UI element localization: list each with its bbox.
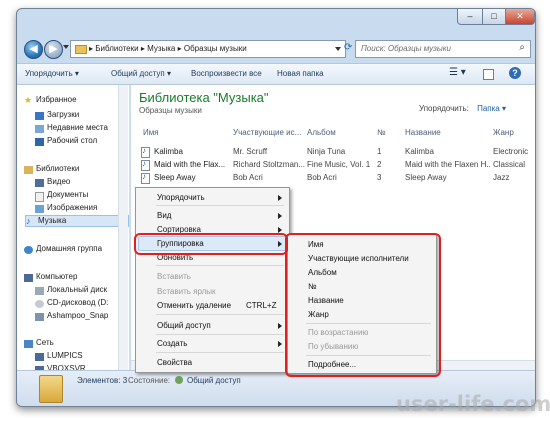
nav-music[interactable]: ♪ Музыка	[25, 215, 129, 227]
back-button[interactable]: ◀	[24, 40, 43, 59]
nav-favorites[interactable]: ★ Избранное	[24, 95, 77, 107]
highlight-box-submenu	[285, 233, 441, 377]
nav-homegroup[interactable]: Домашняя группа	[24, 244, 102, 256]
recent-places-icon	[35, 125, 44, 133]
watermark: user-life.com	[396, 392, 550, 416]
state-label: Состояние:	[128, 376, 171, 385]
menu-item-undo-delete[interactable]: Отменить удаление	[157, 301, 231, 310]
navigation-pane: ★ Избранное Загрузки Недавние места Рабоч…	[17, 85, 130, 374]
nav-downloads[interactable]: Загрузки	[35, 110, 79, 122]
images-icon	[35, 205, 44, 213]
nav-computer[interactable]: Компьютер	[24, 272, 77, 284]
search-icon[interactable]: ⌕	[519, 42, 525, 53]
menu-item-paste-shortcut[interactable]: Вставить ярлык	[157, 287, 216, 296]
column-header-name[interactable]: Имя	[143, 128, 159, 137]
menu-item-arrange[interactable]: Упорядочить	[157, 193, 205, 202]
music-file-icon	[141, 172, 150, 184]
preview-pane-icon[interactable]	[483, 69, 494, 80]
maximize-button[interactable]: □	[482, 9, 506, 25]
nav-libraries[interactable]: Библиотеки	[24, 164, 79, 176]
nav-ashampoo[interactable]: Ashampoo_Snap	[35, 311, 108, 323]
column-header-genre[interactable]: Жанр	[493, 128, 514, 137]
context-menu: Упорядочить Вид Сортировка Группировка О…	[135, 187, 290, 373]
minimize-button[interactable]: –	[457, 9, 483, 25]
help-icon[interactable]: ?	[509, 67, 521, 79]
undo-shortcut-label: CTRL+Z	[246, 301, 277, 310]
breadcrumb-music[interactable]: Музыка	[147, 44, 175, 53]
submenu-arrow-icon	[278, 195, 282, 201]
music-file-icon	[141, 159, 150, 171]
music-file-icon	[141, 146, 150, 158]
homegroup-icon	[24, 246, 33, 254]
video-icon	[35, 179, 44, 187]
submenu-arrow-icon	[278, 341, 282, 347]
status-folder-icon	[39, 375, 63, 403]
share-button[interactable]: Общий доступ ▾	[111, 69, 171, 78]
refresh-icon[interactable]: ⟳	[344, 40, 354, 56]
column-header-title[interactable]: Название	[405, 128, 441, 137]
nav-network[interactable]: Сеть	[24, 338, 54, 350]
close-button[interactable]: ✕	[505, 9, 535, 25]
drive-icon	[35, 313, 44, 321]
nav-recent[interactable]: Недавние места	[35, 123, 108, 135]
downloads-icon	[35, 112, 44, 120]
breadcrumb-libraries[interactable]: Библиотеки	[95, 44, 138, 53]
folder-icon	[75, 45, 87, 54]
library-subtitle: Образцы музыки	[139, 106, 202, 115]
network-icon	[24, 340, 33, 348]
menu-item-properties[interactable]: Свойства	[157, 358, 192, 367]
menu-item-share[interactable]: Общий доступ	[157, 321, 211, 330]
hard-disk-icon	[35, 287, 44, 295]
submenu-arrow-icon	[278, 213, 282, 219]
network-computer-icon	[35, 353, 44, 361]
items-count: Элементов: 3	[77, 376, 128, 385]
star-icon: ★	[24, 95, 33, 105]
submenu-arrow-icon	[278, 323, 282, 329]
search-input[interactable]: Поиск: Образцы музыки ⌕	[355, 40, 531, 58]
highlight-box-group	[134, 233, 288, 255]
nav-local-disk[interactable]: Локальный диск	[35, 285, 107, 297]
music-icon: ♪	[26, 216, 31, 226]
nav-video[interactable]: Видео	[35, 177, 70, 189]
desktop-icon	[35, 138, 44, 146]
arrange-by[interactable]: Упорядочить: Папка ▾	[419, 104, 506, 113]
new-folder-button[interactable]: Новая папка	[277, 69, 324, 78]
nav-cd-drive[interactable]: CD-дисковод (D:	[35, 298, 108, 310]
nav-documents[interactable]: Документы	[35, 190, 88, 202]
address-dropdown-icon[interactable]	[335, 47, 341, 51]
library-title: Библиотека "Музыка"	[139, 90, 269, 105]
search-placeholder: Поиск: Образцы музыки	[361, 44, 451, 53]
nav-scrollbar[interactable]	[118, 85, 128, 370]
address-bar[interactable]: ▸ Библиотеки ▸ Музыка ▸ Образцы музыки	[70, 40, 346, 58]
computer-icon	[24, 274, 33, 282]
breadcrumb[interactable]: ▸ Библиотеки ▸ Музыка ▸ Образцы музыки	[89, 44, 247, 53]
menu-item-paste[interactable]: Вставить	[157, 272, 191, 281]
column-header-artists[interactable]: Участвующие ис...	[233, 128, 301, 137]
nav-desktop[interactable]: Рабочий стол	[35, 136, 97, 148]
breadcrumb-samples[interactable]: Образцы музыки	[184, 44, 247, 53]
share-state-icon	[175, 376, 183, 384]
state-value: Общий доступ	[187, 376, 241, 385]
forward-button[interactable]: ▶	[44, 40, 63, 59]
history-dropdown-icon[interactable]	[63, 45, 69, 49]
nav-images[interactable]: Изображения	[35, 203, 97, 215]
menu-item-create[interactable]: Создать	[157, 339, 187, 348]
column-header-album[interactable]: Альбом	[307, 128, 336, 137]
command-bar: Упорядочить ▾ Общий доступ ▾ Воспроизвес…	[17, 63, 535, 85]
table-row[interactable]: Sleep Away Bob Acri Bob Acri 3 Sleep Awa…	[141, 172, 535, 184]
table-row[interactable]: Maid with the Flax... Richard Stoltzman.…	[141, 159, 535, 171]
organize-button[interactable]: Упорядочить ▾	[25, 69, 79, 78]
arrange-dropdown-icon: ▾	[501, 104, 506, 113]
libraries-icon	[24, 166, 33, 174]
nav-lumpics[interactable]: LUMPICS	[35, 351, 83, 363]
view-options-icon[interactable]: ☰ ▾	[449, 67, 466, 78]
menu-item-view[interactable]: Вид	[157, 211, 171, 220]
column-header-number[interactable]: №	[377, 128, 386, 137]
documents-icon	[35, 192, 44, 202]
cd-drive-icon	[35, 300, 44, 308]
table-row[interactable]: Kalimba Mr. Scruff Ninja Tuna 1 Kalimba …	[141, 146, 535, 158]
play-all-button[interactable]: Воспроизвести все	[191, 69, 262, 78]
